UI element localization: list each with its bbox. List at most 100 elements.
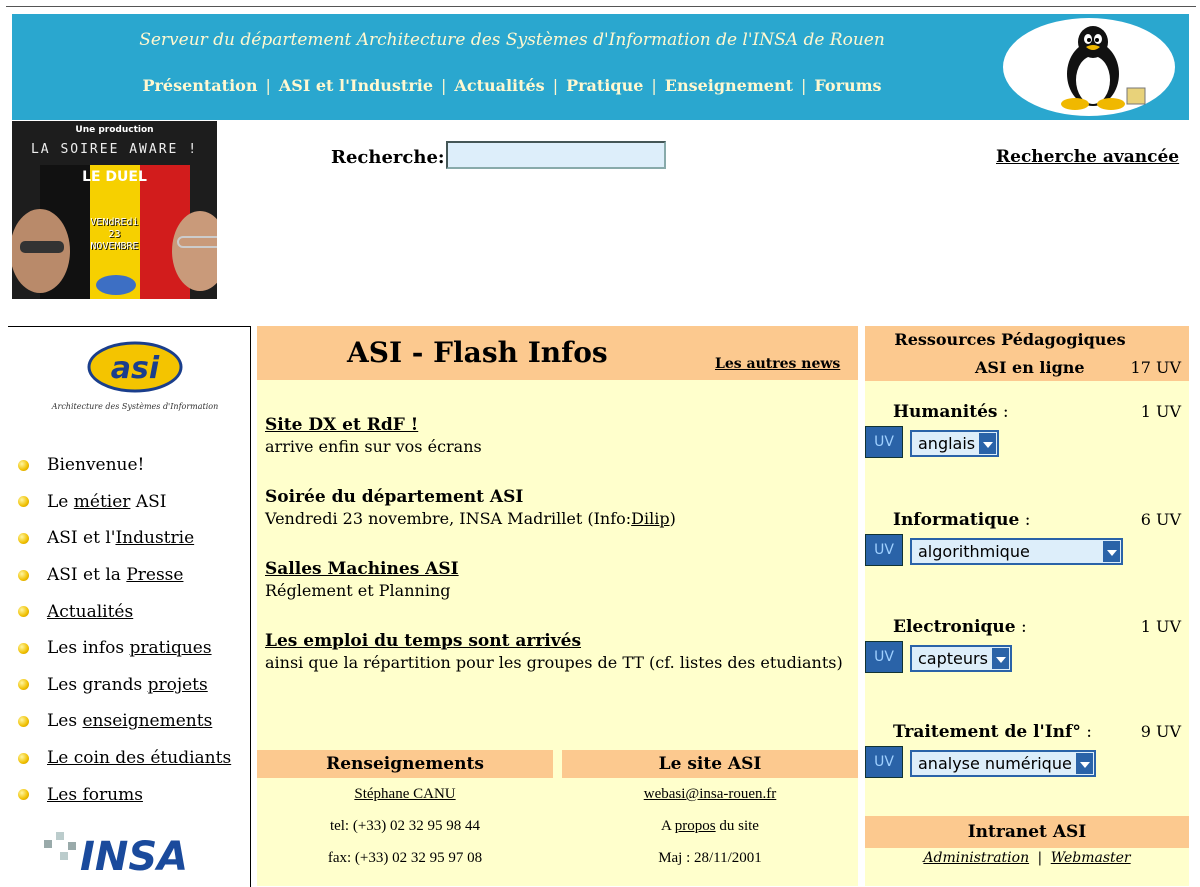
news-item: Soirée du département ASI Vendredi 23 no… [265,486,676,530]
contact-name-link[interactable]: Stéphane CANU [354,786,455,802]
bullet-icon [18,789,29,801]
resources-panel: Ressources Pédagogiques ASI en ligne 17 … [865,326,1189,886]
uv-button[interactable]: UV [865,534,903,566]
sidebar-link[interactable]: Bienvenue! [47,455,144,475]
sidebar-item-metier[interactable]: Le métier ASI [18,484,231,521]
select-value: anglais [918,434,976,453]
sidebar-link[interactable]: Le métier ASI [47,492,166,512]
dropdown-arrow-icon [991,648,1009,669]
tux-logo [1003,18,1175,116]
uv-select[interactable]: anglais [910,430,1000,457]
bullet-icon [18,459,29,471]
nav-separator: | [801,76,807,95]
category-name: Electronique : [893,617,1027,637]
uv-button[interactable]: UV [865,426,903,458]
news-text: Vendredi 23 novembre, INSA Madrillet (In… [265,509,632,528]
nav-separator: | [441,76,447,95]
news-text: ainsi que la répartition pour les groupe… [265,653,843,672]
sidebar-link[interactable]: ASI et la Presse [47,565,183,585]
uv-button[interactable]: UV [865,746,903,778]
news-text: Réglement et Planning [265,581,451,600]
category-name: Informatique : [893,510,1030,530]
sidebar-link[interactable]: Actualités [47,602,133,622]
sidebar-link-text[interactable]: projets [148,675,208,695]
penguin-icon [1061,26,1146,110]
about-link[interactable]: propos [675,818,716,834]
sidebar-link-text[interactable]: Le coin des étudiants [47,748,231,768]
uv-select[interactable]: analyse numérique [910,750,1096,777]
uv-select[interactable]: algorithmique [910,538,1123,565]
news-text: arrive enfin sur vos écrans [265,437,482,456]
sidebar-link[interactable]: Les forums [47,785,143,805]
sidebar-link-text[interactable]: métier [74,492,131,512]
category-colon: : [1019,510,1031,530]
advanced-search-link[interactable]: Recherche avancée [996,147,1179,167]
sidebar-text: Les infos [47,638,130,659]
webmaster-link[interactable]: Webmaster [1051,850,1131,866]
site-asi-box: Le site ASI webasi@insa-rouen.fr A propo… [562,750,858,886]
category-colon: : [997,402,1009,422]
svg-text:INSA: INSA [80,834,188,880]
nav-forums[interactable]: Forums [814,76,881,95]
about-line: A propos du site [562,810,858,842]
nav-separator: | [265,76,271,95]
sidebar-text: Les grands [47,674,148,695]
sidebar-text: ASI et la [47,565,127,586]
dropdown-arrow-icon [1075,753,1093,774]
nav-industrie[interactable]: ASI et l'Industrie [279,76,433,95]
sidebar-item-bienvenue[interactable]: Bienvenue! [18,447,231,484]
sidebar-item-actualites[interactable]: Actualités [18,593,231,630]
sidebar-item-presse[interactable]: ASI et la Presse [18,557,231,594]
sidebar-link[interactable]: Les infos pratiques [47,638,212,658]
sidebar-item-forums[interactable]: Les forums [18,776,231,813]
administration-link[interactable]: Administration [923,850,1029,866]
soiree-aware-banner[interactable]: Une production LA SOIREE AWARE ! LE DUEL… [12,121,217,299]
nav-presentation[interactable]: Présentation [142,76,257,95]
sidebar-link-text[interactable]: enseignements [82,711,212,731]
about-text: A [661,818,675,834]
sidebar-link-text[interactable]: Presse [126,565,183,585]
sidebar-link[interactable]: Les grands projets [47,675,208,695]
sidebar-item-pratiques[interactable]: Les infos pratiques [18,630,231,667]
nav-pratique[interactable]: Pratique [566,76,643,95]
news-item: Salles Machines ASI Réglement et Plannin… [265,558,459,602]
header-banner: Serveur du département Architecture des … [12,14,1189,120]
sidebar-link-text[interactable]: pratiques [130,638,212,658]
intranet-links: Administration | Webmaster [865,850,1189,866]
dilip-link[interactable]: Dilip [631,509,669,528]
uv-select[interactable]: capteurs [910,645,1012,672]
main-nav: Présentation | ASI et l'Industrie | Actualit… [12,76,1012,95]
sidebar-link-text[interactable]: Les forums [47,785,143,805]
flash-header: ASI - Flash Infos Les autres news [257,326,858,380]
search-input[interactable] [446,141,666,169]
sidebar-link[interactable]: ASI et l'Industrie [47,528,194,548]
sidebar-item-etudiants[interactable]: Le coin des étudiants [18,740,231,777]
select-value: analyse numérique [918,754,1072,773]
sidebar-link-text[interactable]: Industrie [115,528,194,548]
sidebar-link-text[interactable]: Actualités [47,602,133,622]
news-title: Soirée du département ASI [265,487,524,507]
renseignements-box: Renseignements Stéphane CANU tel: (+33) … [257,750,553,886]
news-title-link[interactable]: Les emploi du temps sont arrivés [265,630,843,652]
news-title-link[interactable]: Salles Machines ASI [265,558,459,580]
nav-actualites[interactable]: Actualités [454,76,544,95]
news-text-line: Vendredi 23 novembre, INSA Madrillet (In… [265,508,676,530]
sidebar-item-enseignements[interactable]: Les enseignements [18,703,231,740]
resources-title: Ressources Pédagogiques [894,330,1126,349]
uv-button[interactable]: UV [865,641,903,673]
sidebar-item-industrie[interactable]: ASI et l'Industrie [18,520,231,557]
sidebar-link[interactable]: Le coin des étudiants [47,748,231,768]
more-news-link[interactable]: Les autres news [715,356,840,372]
webmaster-email-link[interactable]: webasi@insa-rouen.fr [644,786,777,802]
sidebar-text: ASI [130,491,167,512]
sidebar-item-projets[interactable]: Les grands projets [18,667,231,704]
contact-tel: tel: (+33) 02 32 95 98 44 [329,818,481,834]
sidebar-link[interactable]: Les enseignements [47,711,212,731]
sidebar-menu: Bienvenue! Le métier ASI ASI et l'Indust… [18,447,231,813]
news-text: ) [669,509,676,528]
news-title-link[interactable]: Site DX et RdF ! [265,414,482,436]
news-item: Site DX et RdF ! arrive enfin sur vos éc… [265,414,482,458]
svg-text:asi: asi [111,351,160,386]
category-count: 1 UV [1140,617,1181,636]
nav-enseignement[interactable]: Enseignement [665,76,793,95]
